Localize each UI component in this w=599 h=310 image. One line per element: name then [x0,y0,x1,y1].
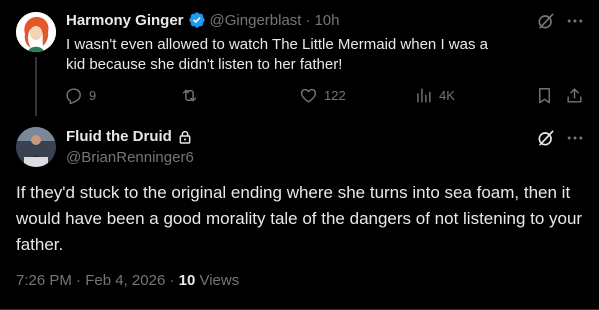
meta-separator: · [169,272,175,289]
avatar-harmony-ginger[interactable] [16,12,56,52]
more-icon [567,136,583,140]
parent-tweet-header: Harmony Ginger @Gingerblast · 10h [66,11,340,29]
share-button[interactable] [565,86,584,105]
views-count: 4K [439,88,455,103]
heart-icon [300,88,317,103]
parent-timestamp[interactable]: 10h [314,12,339,29]
parent-handle[interactable]: @Gingerblast [210,12,302,29]
main-handle[interactable]: @BrianRenninger6 [66,149,194,166]
parent-more-button[interactable] [565,11,585,31]
main-display-name[interactable]: Fluid the Druid [66,128,172,145]
verified-badge-icon [188,11,206,29]
retweet-icon [182,89,197,102]
avatar-image [16,127,56,167]
main-more-button[interactable] [565,128,585,148]
views-button[interactable]: 4K [414,86,455,105]
parent-tweet-text: I wasn't even allowed to watch The Littl… [66,36,488,73]
grok-icon [538,13,554,29]
views-label: Views [199,272,240,289]
grok-icon [538,130,554,146]
bookmark-icon [539,88,550,104]
bookmark-button[interactable] [535,86,554,105]
tweet-metadata: 7:26 PM · Feb 4, 2026 · 10 Views [16,272,239,289]
more-icon [567,19,583,23]
share-icon [567,88,582,103]
analytics-icon [417,88,431,103]
thread-connector-line [35,57,37,116]
lock-icon [177,129,193,145]
like-button[interactable]: 122 [299,86,346,105]
like-count: 122 [324,88,346,103]
main-tweet-text: If they'd stuck to the original ending w… [16,183,583,254]
reply-icon [66,88,81,105]
retweet-button[interactable] [180,86,199,105]
views-total: 10 [178,272,196,289]
meta-separator: · [76,272,82,289]
reply-count: 9 [89,88,97,103]
tweet-time[interactable]: 7:26 PM [16,272,72,289]
reply-button[interactable]: 9 [64,86,96,105]
main-tweet-header: Fluid the Druid [66,128,193,145]
main-grok-button[interactable] [536,128,556,148]
parent-display-name[interactable]: Harmony Ginger [66,12,184,29]
avatar-image [16,12,56,52]
parent-grok-button[interactable] [536,11,556,31]
parent-separator: · [305,11,311,29]
avatar-fluid-the-druid[interactable] [16,127,56,167]
tweet-date[interactable]: Feb 4, 2026 [85,272,165,289]
